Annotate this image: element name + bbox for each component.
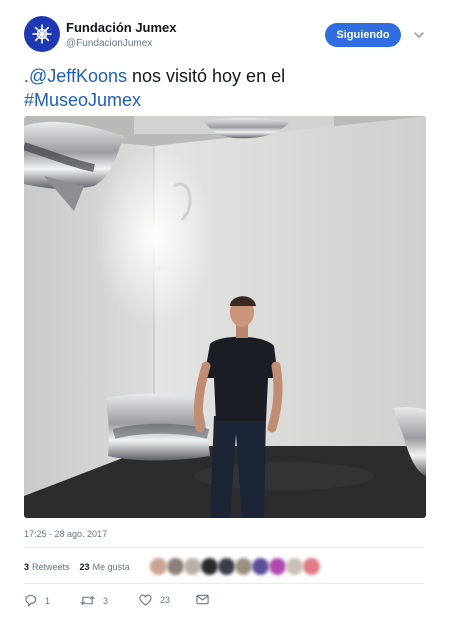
liker-avatar[interactable]	[167, 558, 184, 575]
tweet-stats: 3 Retweets 23 Me gusta	[24, 558, 140, 576]
hashtag-link[interactable]: #MuseoJumex	[24, 90, 141, 110]
reply-action[interactable]: 1	[24, 594, 50, 607]
retweets-count: 3	[24, 562, 30, 572]
liker-avatar[interactable]	[201, 558, 218, 575]
tweet-photo[interactable]	[24, 116, 426, 518]
liker-avatar[interactable]	[184, 558, 201, 575]
liker-avatar[interactable]	[150, 558, 167, 575]
retweet-icon	[80, 596, 95, 605]
divider	[24, 547, 424, 548]
liker-avatar[interactable]	[252, 558, 269, 575]
tweet-header: Fundación Jumex @FundacionJumex Siguiend…	[24, 16, 434, 56]
retweet-action[interactable]: 3	[80, 594, 108, 607]
liker-avatar[interactable]	[218, 558, 235, 575]
avatar[interactable]	[24, 16, 60, 52]
mention-link[interactable]: .@JeffKoons	[24, 66, 127, 86]
tweet-timestamp[interactable]: 17:25 - 28 ago. 2017	[24, 529, 107, 539]
tweet-text: .@JeffKoons nos visitó hoy en el #MuseoJ…	[24, 64, 424, 112]
account-name[interactable]: Fundación Jumex	[66, 20, 177, 35]
like-count: 23	[160, 595, 171, 605]
likes-stat[interactable]: 23 Me gusta	[80, 562, 130, 572]
chevron-down-icon[interactable]	[412, 28, 426, 42]
jumex-logo-icon	[32, 24, 52, 44]
liker-avatar[interactable]	[235, 558, 252, 575]
retweets-stat[interactable]: 3 Retweets	[24, 562, 70, 572]
retweets-label: Retweets	[32, 562, 70, 572]
reply-count: 1	[45, 595, 51, 606]
envelope-icon	[196, 594, 209, 605]
liker-avatar[interactable]	[303, 558, 320, 575]
reply-icon	[25, 594, 37, 607]
divider	[24, 583, 424, 584]
liker-avatar[interactable]	[269, 558, 286, 575]
following-button[interactable]: Siguiendo	[325, 23, 401, 47]
like-action[interactable]: 23	[139, 594, 170, 606]
likes-label: Me gusta	[92, 562, 130, 572]
retweet-count: 3	[103, 595, 109, 606]
likes-count: 23	[79, 562, 90, 572]
account-handle[interactable]: @FundacionJumex	[66, 38, 152, 49]
tweet-body: nos visitó hoy en el	[127, 66, 286, 86]
liker-avatars	[150, 556, 340, 578]
heart-icon	[139, 594, 152, 606]
liker-avatar[interactable]	[286, 558, 303, 575]
gallery-photo-image	[24, 116, 426, 518]
message-action[interactable]	[196, 594, 217, 605]
